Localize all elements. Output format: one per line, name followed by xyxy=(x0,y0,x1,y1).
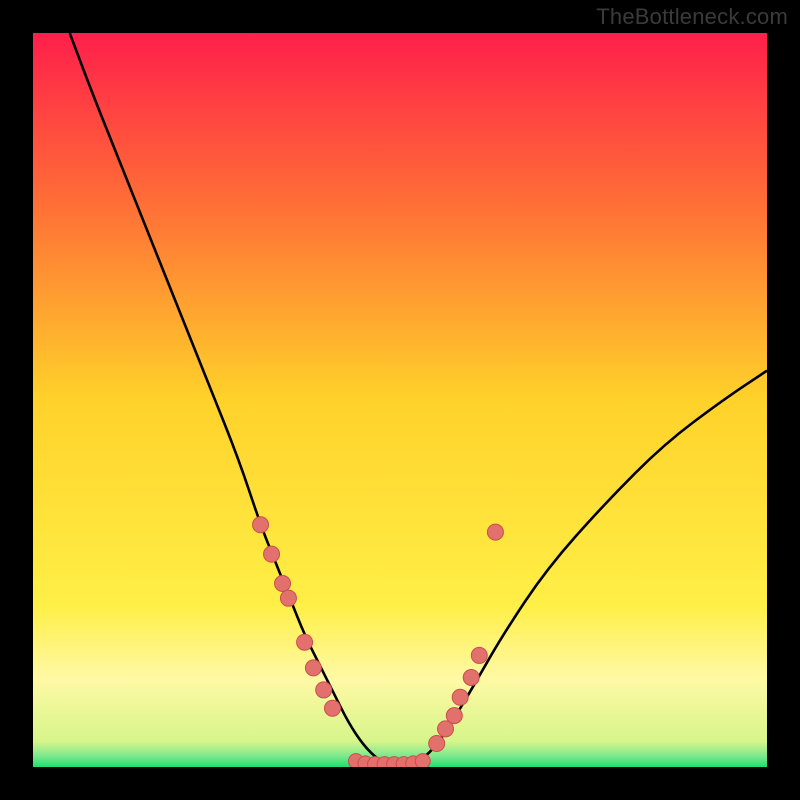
watermark-text: TheBottleneck.com xyxy=(596,4,788,30)
dot-left xyxy=(275,576,291,592)
dot-flat xyxy=(415,754,430,767)
gradient-background xyxy=(33,33,767,767)
chart-frame: TheBottleneck.com xyxy=(0,0,800,800)
dot-left xyxy=(297,634,313,650)
dot-right xyxy=(471,647,487,663)
dot-right xyxy=(452,689,468,705)
dot-left xyxy=(305,660,321,676)
dot-right xyxy=(463,669,479,685)
dot-left xyxy=(264,546,280,562)
dot-left xyxy=(324,700,340,716)
dot-left xyxy=(253,517,269,533)
bottleneck-chart xyxy=(33,33,767,767)
dot-left xyxy=(316,682,332,698)
dot-right xyxy=(429,736,445,752)
dot-right xyxy=(446,708,462,724)
dot-right xyxy=(487,524,503,540)
dot-left xyxy=(280,590,296,606)
